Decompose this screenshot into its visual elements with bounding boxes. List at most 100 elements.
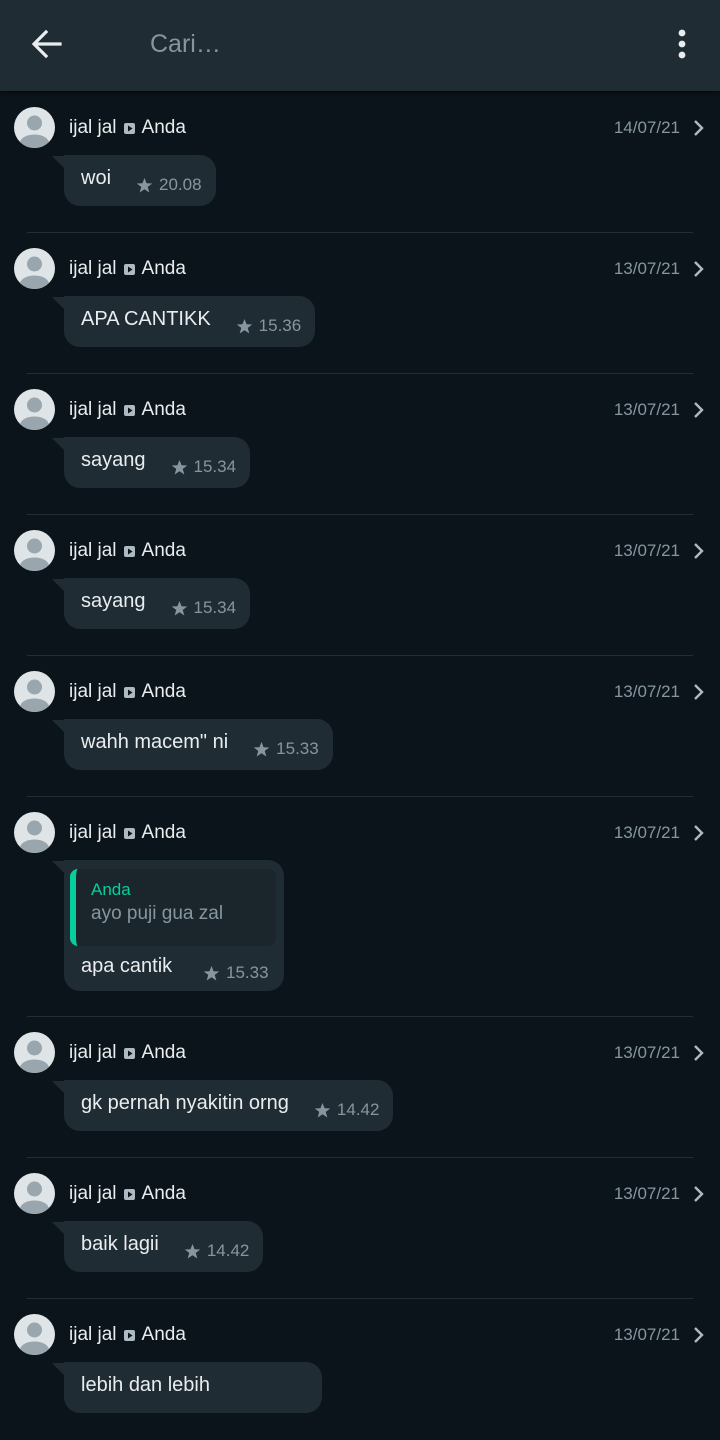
star-icon	[253, 741, 270, 756]
play-arrow-icon	[123, 404, 135, 416]
sender-name: ijal jal	[69, 258, 117, 279]
chevron-right-icon[interactable]	[692, 682, 706, 702]
avatar	[14, 248, 55, 289]
message-bubble[interactable]: sayang 15.34	[64, 437, 251, 488]
message-text: APA CANTIKK	[81, 308, 211, 330]
message-bubble[interactable]: sayang 15.34	[64, 578, 251, 629]
sender-name: ijal jal	[69, 681, 117, 702]
avatar	[14, 530, 55, 571]
sender-name: ijal jal	[69, 117, 117, 138]
message-date: 13/07/21	[613, 259, 680, 278]
list-item[interactable]: ijal jal Anda 13/07/21 Anda ayo puji gua…	[0, 797, 720, 1017]
message-time: 15.34	[193, 457, 237, 476]
message-time: 15.33	[226, 963, 269, 982]
sender-name: ijal jal	[69, 1183, 117, 1204]
star-icon	[203, 965, 220, 980]
avatar	[14, 671, 55, 712]
play-arrow-icon	[123, 263, 135, 275]
play-arrow-icon	[123, 545, 135, 557]
chevron-right-icon[interactable]	[692, 541, 706, 561]
star-icon	[171, 600, 187, 615]
recipient-name: Anda	[141, 822, 186, 843]
message-time: 15.36	[258, 316, 302, 335]
message-text: sayang	[81, 449, 146, 471]
avatar	[14, 389, 55, 430]
recipient-name: Anda	[141, 1042, 186, 1063]
message-date: 13/07/21	[613, 823, 680, 842]
message-text: baik lagii	[81, 1233, 159, 1255]
star-icon	[171, 459, 187, 474]
list-item[interactable]: ijal jal Anda 13/07/21 gk pernah nyakiti…	[0, 1017, 720, 1158]
list-item[interactable]: ijal jal Anda 13/07/21 lebih dan lebih	[0, 1299, 720, 1440]
message-text: apa cantik	[81, 955, 173, 977]
chevron-right-icon[interactable]	[692, 823, 706, 843]
message-bubble[interactable]: lebih dan lebih	[64, 1362, 322, 1413]
message-time: 14.42	[336, 1100, 380, 1119]
chevron-right-icon[interactable]	[692, 1184, 706, 1204]
message-bubble[interactable]: wahh macem" ni 15.33	[64, 719, 333, 770]
arrow-left-icon	[31, 29, 62, 59]
star-icon	[184, 1243, 201, 1258]
message-bubble[interactable]: gk pernah nyakitin orng 14.42	[64, 1080, 394, 1131]
message-date: 14/07/21	[613, 118, 680, 137]
quoted-text: ayo puji gua zal	[91, 903, 224, 924]
message-text: wahh macem" ni	[81, 731, 229, 753]
message-time: 20.08	[159, 175, 202, 194]
message-bubble[interactable]: baik lagii 14.42	[64, 1221, 264, 1272]
message-text: lebih dan lebih	[81, 1374, 210, 1396]
message-date: 13/07/21	[613, 1043, 680, 1062]
message-time: 15.33	[276, 739, 319, 758]
message-date: 13/07/21	[613, 1184, 680, 1203]
chevron-right-icon[interactable]	[692, 118, 706, 138]
recipient-name: Anda	[141, 399, 186, 420]
more-options-button[interactable]	[664, 24, 700, 64]
sender-name: ijal jal	[69, 822, 117, 843]
recipient-name: Anda	[141, 1324, 186, 1345]
star-icon	[136, 177, 153, 192]
message-bubble[interactable]: woi 20.08	[64, 155, 216, 206]
recipient-name: Anda	[141, 1183, 186, 1204]
avatar	[14, 812, 55, 853]
star-icon	[236, 318, 252, 333]
starred-messages-list: ijal jal Anda 14/07/21 woi 20.08 ijal ja…	[0, 92, 720, 1440]
quoted-author: Anda	[91, 880, 131, 899]
list-item[interactable]: ijal jal Anda 13/07/21 APA CANTIKK 15.36	[0, 233, 720, 374]
message-text: sayang	[81, 590, 146, 612]
message-text: woi	[81, 167, 112, 189]
message-bubble[interactable]: APA CANTIKK 15.36	[64, 296, 316, 347]
more-vertical-icon	[678, 29, 686, 59]
list-item[interactable]: ijal jal Anda 13/07/21 sayang 15.34	[0, 374, 720, 515]
search-input[interactable]	[150, 24, 630, 64]
recipient-name: Anda	[141, 258, 186, 279]
play-arrow-icon	[123, 1047, 135, 1059]
quoted-message[interactable]: Anda ayo puji gua zal	[70, 869, 276, 946]
avatar	[14, 1032, 55, 1073]
list-item[interactable]: ijal jal Anda 13/07/21 baik lagii 14.42	[0, 1158, 720, 1299]
play-arrow-icon	[123, 1188, 135, 1200]
sender-name: ijal jal	[69, 540, 117, 561]
list-item[interactable]: ijal jal Anda 14/07/21 woi 20.08	[0, 92, 720, 233]
message-date: 13/07/21	[613, 1325, 680, 1344]
sender-name: ijal jal	[69, 1324, 117, 1345]
list-item[interactable]: ijal jal Anda 13/07/21 sayang 15.34	[0, 515, 720, 656]
list-item[interactable]: ijal jal Anda 13/07/21 wahh macem" ni 15…	[0, 656, 720, 797]
recipient-name: Anda	[141, 681, 186, 702]
chevron-right-icon[interactable]	[692, 1043, 706, 1063]
play-arrow-icon	[123, 122, 135, 134]
back-button[interactable]	[26, 24, 70, 64]
chevron-right-icon[interactable]	[692, 1325, 706, 1345]
chevron-right-icon[interactable]	[692, 400, 706, 420]
message-bubble[interactable]: Anda ayo puji gua zal apa cantik 15.33	[64, 860, 284, 991]
message-date: 13/07/21	[613, 400, 680, 419]
message-time: 15.34	[193, 598, 237, 617]
message-date: 13/07/21	[613, 682, 680, 701]
message-text: gk pernah nyakitin orng	[81, 1092, 289, 1114]
recipient-name: Anda	[141, 117, 186, 138]
app-bar	[0, 0, 720, 91]
star-icon	[314, 1102, 331, 1117]
avatar	[14, 1173, 55, 1214]
play-arrow-icon	[123, 686, 135, 698]
sender-name: ijal jal	[69, 399, 117, 420]
sender-name: ijal jal	[69, 1042, 117, 1063]
chevron-right-icon[interactable]	[692, 259, 706, 279]
